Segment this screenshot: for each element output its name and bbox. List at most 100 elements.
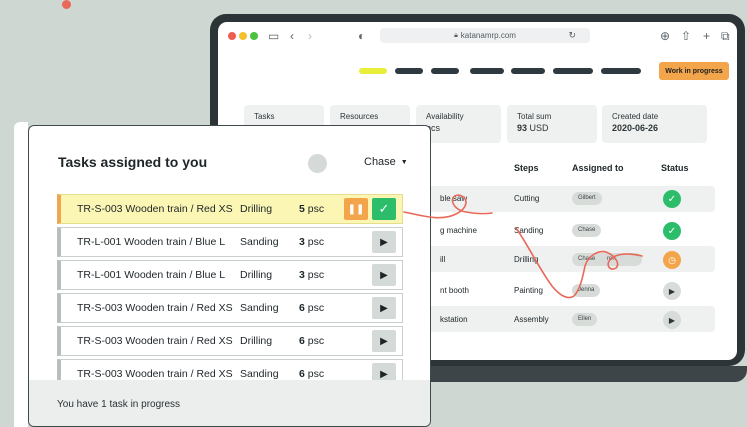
summary-value: pcs xyxy=(426,123,441,133)
play-icon: ▶ xyxy=(380,335,388,347)
task-quantity: 5 psc xyxy=(299,203,324,215)
summary-label: Tasks xyxy=(254,112,275,121)
summary-unit: USD xyxy=(529,123,549,133)
column-header-steps[interactable]: Steps xyxy=(514,163,539,173)
task-step: Sanding xyxy=(240,368,279,380)
task-row-active[interactable]: TR-S-003 Wooden train / Red XS Drilling … xyxy=(57,194,403,224)
address-bar[interactable]: 🔒︎ katanamrp.com ↻ xyxy=(380,28,590,43)
step-pill-4[interactable] xyxy=(470,68,504,74)
pause-button[interactable]: ❚❚ xyxy=(344,198,368,220)
summary-label: Availability xyxy=(426,112,464,121)
task-row[interactable]: TR-L-001 Wooden train / Blue L Sanding 3… xyxy=(57,227,403,257)
task-name: TR-S-003 Wooden train / Red XS xyxy=(77,302,233,314)
task-row[interactable]: TR-S-003 Wooden train / Red XS Sanding 6… xyxy=(57,293,403,323)
footer-status-text: You have 1 task in progress xyxy=(57,399,181,410)
assignee-chip: Jenna xyxy=(572,284,601,297)
task-quantity: 6 psc xyxy=(299,368,324,380)
task-qty-unit: psc xyxy=(307,203,325,215)
privacy-shield-icon[interactable]: ◐ xyxy=(358,28,365,44)
user-dropdown[interactable]: Chase ▼ xyxy=(364,156,408,168)
browser-toolbar: ▭ ‹ › ◐ 🔒︎ katanamrp.com ↻ ⊕ ⇧ + ⧉ xyxy=(218,22,737,50)
step-cell: Sanding xyxy=(514,226,544,235)
task-step: Drilling xyxy=(240,203,273,215)
task-qty-unit: psc xyxy=(307,269,325,281)
user-name: Chase xyxy=(364,156,396,168)
panel-shadow-edge xyxy=(14,122,28,427)
summary-created-date: Created date 2020-06-26 xyxy=(602,105,707,143)
status-play-icon[interactable]: ▶ xyxy=(663,282,681,300)
back-arrow-icon[interactable]: ‹ xyxy=(290,28,294,44)
pause-icon: ❚❚ xyxy=(347,203,365,215)
step-cell: Assembly xyxy=(514,315,549,324)
task-quantity: 6 psc xyxy=(299,335,324,347)
close-window-icon[interactable] xyxy=(228,32,236,40)
task-step: Sanding xyxy=(240,236,279,248)
tabs-overview-icon[interactable]: ⧉ xyxy=(721,28,730,44)
task-quantity: 3 psc xyxy=(299,269,324,281)
panel-footer: You have 1 task in progress xyxy=(29,380,430,426)
task-name: TR-L-001 Wooden train / Blue L xyxy=(77,236,226,248)
resource-cell: ill xyxy=(440,255,446,264)
task-row[interactable]: TR-S-003 Wooden train / Red XS Drilling … xyxy=(57,326,403,356)
decorative-dot xyxy=(62,0,71,9)
step-pill-7[interactable] xyxy=(601,68,641,74)
work-in-progress-button[interactable]: Work in progress xyxy=(659,62,729,80)
summary-label: Total sum xyxy=(517,112,552,121)
forward-arrow-icon[interactable]: › xyxy=(308,28,312,44)
step-pill-3[interactable] xyxy=(431,68,459,74)
step-cell: Drilling xyxy=(514,255,539,264)
assignee-chip: Chase xyxy=(572,224,602,237)
start-button[interactable]: ▶ xyxy=(372,297,396,319)
task-qty-value: 6 xyxy=(299,335,305,347)
resource-cell: nt booth xyxy=(440,286,469,295)
step-pill-5[interactable] xyxy=(511,68,545,74)
task-qty-unit: psc xyxy=(307,368,325,380)
chevron-down-icon: ▼ xyxy=(400,158,408,166)
minimize-window-icon[interactable] xyxy=(239,32,247,40)
new-tab-icon[interactable]: + xyxy=(703,28,710,44)
lock-icon: 🔒︎ xyxy=(454,31,458,39)
summary-label: Created date xyxy=(612,112,659,121)
play-icon: ▶ xyxy=(380,269,388,281)
assignee-name: Chase xyxy=(578,256,596,262)
avatar[interactable] xyxy=(308,154,327,173)
url-text: katanamrp.com xyxy=(460,31,516,40)
task-qty-value: 3 xyxy=(299,269,305,281)
status-play-icon[interactable]: ▶ xyxy=(663,311,681,329)
resource-cell: g machine xyxy=(440,226,477,235)
play-icon: ▶ xyxy=(380,236,388,248)
status-in-progress-icon[interactable]: ◷ xyxy=(663,251,681,269)
status-done-icon[interactable]: ✓ xyxy=(663,190,681,208)
tasks-panel: Tasks assigned to you Chase ▼ TR-S-003 W… xyxy=(28,125,431,427)
status-done-icon[interactable]: ✓ xyxy=(663,222,681,240)
summary-value: 93 xyxy=(517,123,528,133)
maximize-window-icon[interactable] xyxy=(250,32,258,40)
step-pill-1[interactable] xyxy=(359,68,387,74)
summary-label: Resources xyxy=(340,112,379,121)
task-qty-value: 5 xyxy=(299,203,305,215)
panel-title: Tasks assigned to you xyxy=(58,154,208,170)
step-pill-2[interactable] xyxy=(395,68,423,74)
check-icon: ✓ xyxy=(378,201,390,216)
step-cell: Cutting xyxy=(514,194,540,203)
task-quantity: 3 psc xyxy=(299,236,324,248)
summary-total-sum: Total sum 93 USD xyxy=(507,105,597,143)
column-header-assigned[interactable]: Assigned to xyxy=(572,163,624,173)
share-icon[interactable]: ⇧ xyxy=(681,28,691,44)
sidebar-toggle-icon[interactable]: ▭ xyxy=(268,28,279,44)
assignee-chip: Ellen xyxy=(572,313,598,326)
task-name: TR-S-003 Wooden train / Red XS xyxy=(77,368,233,380)
task-qty-value: 6 xyxy=(299,368,305,380)
column-header-status[interactable]: Status xyxy=(661,163,689,173)
complete-button[interactable]: ✓ xyxy=(372,198,396,220)
assignee-name: ren xyxy=(607,256,616,262)
step-pill-6[interactable] xyxy=(553,68,593,74)
start-button[interactable]: ▶ xyxy=(372,330,396,352)
download-icon[interactable]: ⊕ xyxy=(660,28,670,44)
play-icon: ▶ xyxy=(380,302,388,314)
task-qty-unit: psc xyxy=(307,302,325,314)
start-button[interactable]: ▶ xyxy=(372,264,396,286)
start-button[interactable]: ▶ xyxy=(372,231,396,253)
task-row[interactable]: TR-L-001 Wooden train / Blue L Drilling … xyxy=(57,260,403,290)
reload-icon[interactable]: ↻ xyxy=(568,30,576,41)
